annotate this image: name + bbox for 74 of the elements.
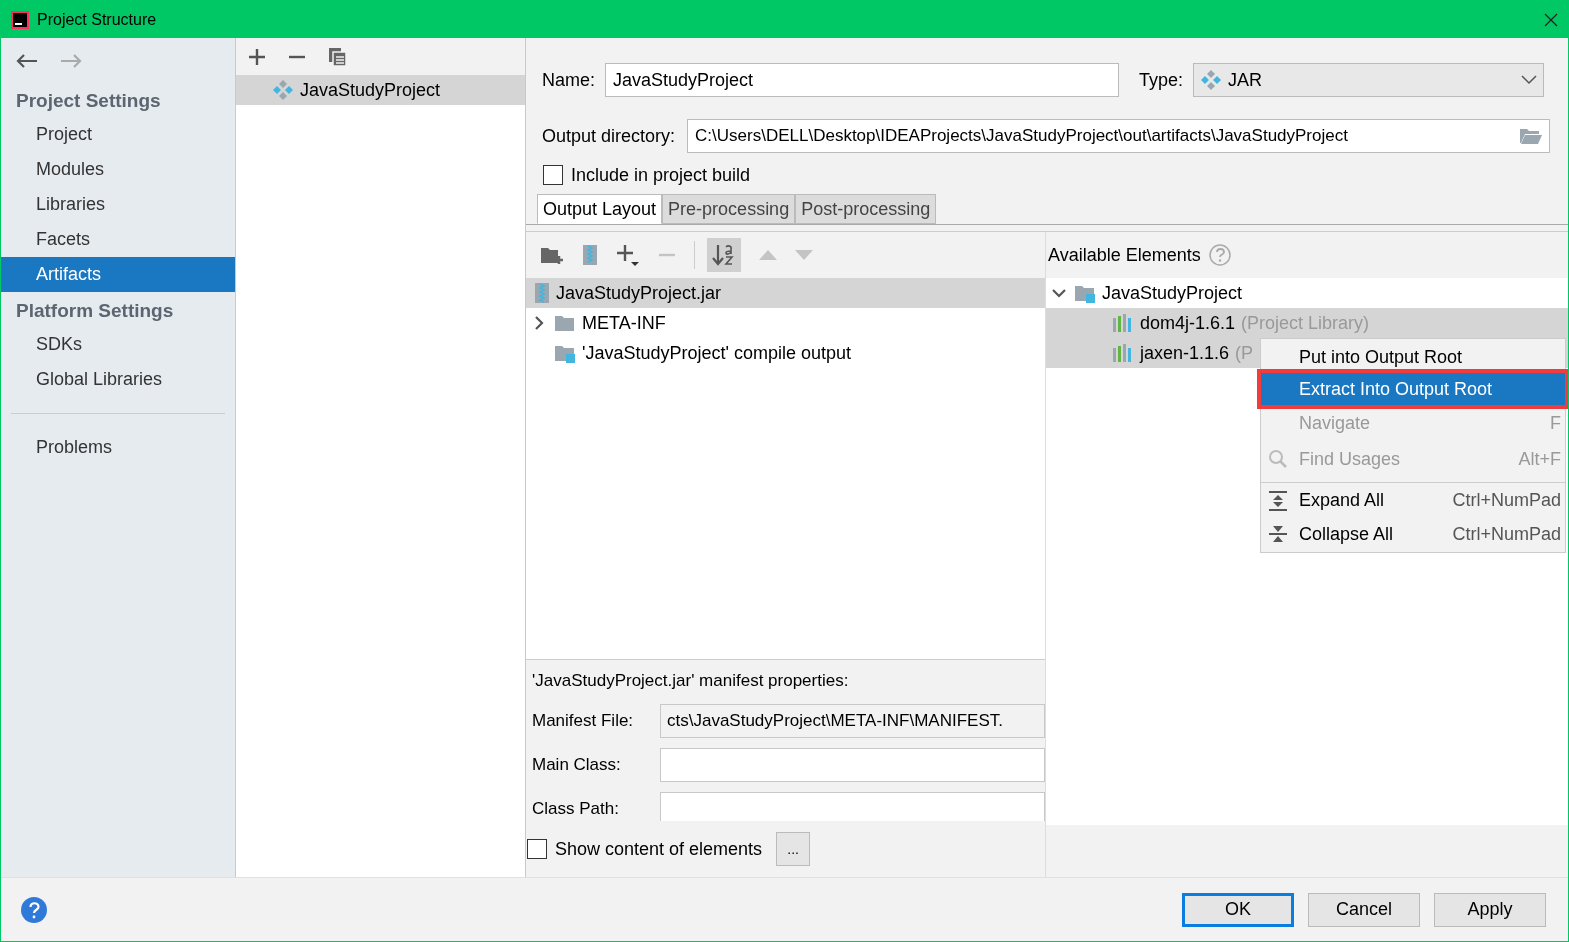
menu-item[interactable]: Expand All Ctrl+NumPad <box>1261 482 1565 518</box>
jar-type-icon <box>1200 69 1223 91</box>
sidebar-item[interactable]: Artifacts <box>1 257 235 292</box>
folder-icon <box>554 313 576 333</box>
manifest-title: 'JavaStudyProject.jar' manifest properties: <box>532 670 850 692</box>
artifact-item[interactable]: JavaStudyProject <box>236 75 525 105</box>
sidebar-item[interactable]: Modules <box>1 152 235 187</box>
tree-row[interactable]: JavaStudyProject.jar <box>526 278 1045 308</box>
tree-note: (Project Library) <box>1241 311 1370 335</box>
tree-row[interactable]: 'JavaStudyProject' compile output <box>526 338 1045 368</box>
expand-all-icon <box>1267 489 1289 512</box>
dialog-button[interactable]: Apply <box>1434 892 1546 927</box>
output-directory-field[interactable]: C:\Users\DELL\Desktop\IDEAProjects\JavaStudyProject\out\artifacts\JavaStudyProject <box>687 119 1550 153</box>
sort-alphabetical-icon <box>712 243 736 267</box>
section-heading: Platform Settings <box>15 298 175 323</box>
copy-icon[interactable] <box>328 46 348 67</box>
field-label: Type: <box>1139 68 1184 92</box>
help-icon[interactable] <box>21 896 47 923</box>
library-icon <box>1112 314 1134 332</box>
window-title: Project Structure <box>37 9 157 30</box>
checkbox-label: Include in project build <box>571 163 751 187</box>
add-icon[interactable] <box>248 47 266 66</box>
field-label: Manifest File: <box>532 709 635 732</box>
field-label: Main Class: <box>532 753 622 776</box>
tab[interactable]: Pre-processing <box>662 194 796 224</box>
checkbox[interactable] <box>543 165 563 185</box>
tree-label: META-INF <box>582 311 666 335</box>
manifest-field[interactable]: cts\JavaStudyProject\META-INF\MANIFEST. <box>660 703 1045 738</box>
manifest-field[interactable] <box>660 747 1045 782</box>
artifact-name: JavaStudyProject <box>300 78 441 102</box>
close-icon[interactable] <box>1544 12 1558 27</box>
sort-button[interactable] <box>707 238 741 272</box>
section-heading: Project Settings <box>15 88 162 113</box>
checkbox[interactable] <box>527 839 547 859</box>
menu-item[interactable]: Put into Output Root <box>1261 341 1565 373</box>
menu-item[interactable]: Collapse All Ctrl+NumPad <box>1261 518 1565 550</box>
module-folder-icon <box>554 343 576 363</box>
tree-label: dom4j-1.6.1 <box>1140 311 1236 335</box>
module-folder-icon <box>1074 283 1096 303</box>
tab[interactable]: Post-processing <box>795 194 937 224</box>
collapse-all-icon <box>1267 523 1289 545</box>
sidebar-item[interactable]: Problems <box>1 430 235 465</box>
sidebar-item[interactable]: SDKs <box>1 327 235 362</box>
sidebar-item[interactable]: Facets <box>1 222 235 257</box>
field-label: Output directory: <box>542 124 676 148</box>
back-arrow-icon[interactable] <box>15 53 39 69</box>
tree-label: JavaStudyProject.jar <box>556 281 722 305</box>
tree-label: jaxen-1.1.6 <box>1140 341 1230 365</box>
new-folder-icon[interactable] <box>540 245 564 265</box>
sidebar-item[interactable]: Libraries <box>1 187 235 222</box>
tree-label: JavaStudyProject <box>1102 281 1243 305</box>
search-icon <box>1267 448 1289 470</box>
checkbox-label: Show content of elements <box>555 837 763 861</box>
panel-title: Available Elements <box>1048 243 1201 267</box>
tab[interactable]: Output Layout <box>537 194 663 224</box>
sidebar-item[interactable]: Project <box>1 117 235 152</box>
field-label: Class Path: <box>532 797 620 820</box>
library-icon <box>1112 344 1134 362</box>
sidebar-item[interactable]: Global Libraries <box>1 362 235 397</box>
dialog-button[interactable]: Cancel <box>1308 892 1420 927</box>
name-field[interactable]: JavaStudyProject <box>605 63 1119 97</box>
manifest-field[interactable] <box>660 791 1045 821</box>
tree-label: 'JavaStudyProject' compile output <box>582 341 851 365</box>
field-label: Name: <box>542 68 595 92</box>
tree-row[interactable]: dom4j-1.6.1 (Project Library) <box>1046 308 1568 338</box>
dialog-button[interactable]: OK <box>1182 892 1294 927</box>
archive-icon <box>534 282 550 304</box>
tree-note: (P <box>1235 341 1254 365</box>
add-menu-icon[interactable] <box>616 243 640 267</box>
app-logo-icon <box>11 10 29 29</box>
tree-row[interactable]: META-INF <box>526 308 1045 338</box>
artifact-icon <box>272 79 294 101</box>
browse-button[interactable]: ... <box>776 832 811 866</box>
type-dropdown[interactable]: JAR <box>1193 63 1544 97</box>
